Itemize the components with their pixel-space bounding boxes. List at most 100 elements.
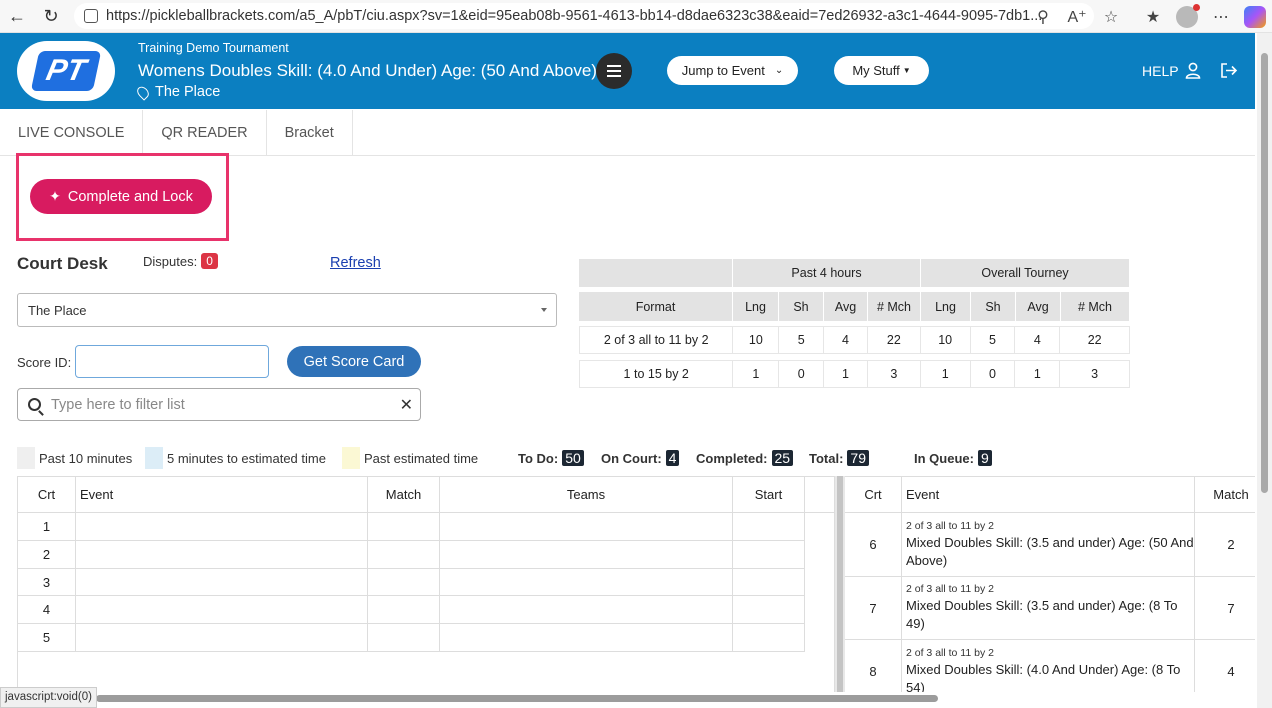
user-icon[interactable]	[1185, 62, 1201, 79]
zoom-icon[interactable]: ⚲	[1026, 4, 1060, 30]
todo-label: To Do:	[518, 450, 559, 466]
horizontal-scrollbar[interactable]	[96, 695, 938, 702]
tab-qr-reader[interactable]: QR READER	[143, 110, 267, 156]
total-badge: 79	[847, 450, 869, 466]
stats-group-past-4-hours: Past 4 hours	[733, 259, 921, 287]
court-event	[76, 624, 368, 652]
court-match	[368, 624, 440, 652]
read-aloud-icon[interactable]: A⁺	[1060, 4, 1094, 30]
tab-bracket[interactable]: Bracket	[267, 110, 353, 156]
copilot-icon[interactable]	[1238, 4, 1272, 30]
select-caret-icon	[541, 308, 547, 312]
legend-five-min-label: 5 minutes to estimated time	[167, 450, 326, 466]
stats-col-avg: Avg	[824, 292, 868, 321]
help-link[interactable]: HELP	[1142, 63, 1179, 79]
disputes-badge: 0	[201, 253, 218, 269]
stats-cell: 10	[921, 327, 971, 353]
table-row[interactable]: 4	[18, 596, 805, 624]
magic-wand-icon: ✦	[49, 188, 61, 204]
stats-group-header: Past 4 hours Overall Tourney	[579, 259, 1130, 287]
court-start	[733, 596, 805, 624]
reload-icon[interactable]: ↻	[36, 3, 66, 29]
stats-row: 2 of 3 all to 11 by 2 10 5 4 22 10 5 4 2…	[579, 326, 1130, 354]
grid-scrollbar[interactable]	[835, 476, 845, 692]
court-desk-title: Court Desk	[17, 254, 108, 273]
queue-court: 6	[845, 513, 902, 577]
court-event	[76, 541, 368, 569]
list-item[interactable]: 7 2 of 3 all to 11 by 2 Mixed Doubles Sk…	[845, 577, 1255, 640]
court-match	[368, 569, 440, 596]
jump-to-event-button[interactable]: Jump to Event ⌄	[667, 56, 798, 85]
complete-and-lock-button[interactable]: ✦ Complete and Lock	[30, 179, 212, 214]
clear-icon[interactable]: ✕	[400, 395, 413, 415]
browser-status-bar: javascript:void(0)	[0, 687, 97, 708]
queue-event: Mixed Doubles Skill: (4.0 And Under) Age…	[906, 661, 1181, 693]
profile-avatar[interactable]	[1170, 3, 1204, 30]
place-name: The Place	[155, 84, 221, 100]
refresh-link[interactable]: Refresh	[330, 255, 381, 271]
stats-col-mch: # Mch	[868, 292, 921, 321]
site-info-icon[interactable]	[84, 9, 98, 23]
favorite-star-icon[interactable]: ☆	[1094, 4, 1128, 30]
favorites-list-icon[interactable]: ★	[1136, 4, 1170, 30]
court-teams	[440, 596, 733, 624]
disputes[interactable]: Disputes: 0	[143, 253, 218, 269]
tournament-name: Training Demo Tournament	[138, 41, 289, 55]
table-row[interactable]: 3	[18, 569, 805, 596]
stats-group-overall: Overall Tourney	[921, 259, 1130, 287]
oncourt-badge: 4	[665, 450, 680, 466]
page-scrollbar[interactable]	[1257, 33, 1272, 708]
queue-court: 8	[845, 640, 902, 692]
court-match	[368, 541, 440, 569]
stats-col-format: Format	[579, 292, 733, 321]
queue-court: 7	[845, 577, 902, 640]
court-teams	[440, 624, 733, 652]
logout-icon[interactable]	[1220, 62, 1238, 79]
stats-row: 1 to 15 by 2 1 0 1 3 1 0 1 3	[579, 360, 1130, 388]
court-teams	[440, 569, 733, 596]
table-row[interactable]: 2	[18, 541, 805, 569]
stats-cell: 22	[1087, 333, 1102, 347]
more-options-icon[interactable]: ⋯	[1204, 4, 1238, 30]
back-icon[interactable]: ←	[2, 3, 32, 29]
menu-button[interactable]	[596, 53, 632, 89]
stats-cell: 1	[921, 361, 971, 387]
queue-event: Mixed Doubles Skill: (3.5 and under) Age…	[906, 598, 1178, 631]
col-match: Match	[368, 477, 440, 513]
list-item[interactable]: 8 2 of 3 all to 11 by 2 Mixed Doubles Sk…	[845, 640, 1255, 692]
legend-past-est: Past estimated time	[342, 447, 478, 469]
table-row[interactable]: 5	[18, 624, 805, 652]
location-select[interactable]: The Place	[17, 293, 557, 327]
queue-event: Mixed Doubles Skill: (3.5 and under) Age…	[906, 534, 1194, 568]
queue-col-match: Match	[1195, 477, 1255, 513]
queue-col-crt: Crt	[845, 477, 902, 513]
stats-cell: 4	[824, 327, 868, 353]
tab-bar: LIVE CONSOLE QR READER Bracket	[0, 110, 1255, 156]
table-row[interactable]: 1	[18, 513, 805, 541]
court-event	[76, 513, 368, 541]
filter-input[interactable]: Type here to filter list ✕	[17, 388, 421, 421]
col-teams: Teams	[440, 477, 733, 513]
stats-col-avg-overall: Avg	[1016, 292, 1061, 321]
stats-cell: 1	[733, 361, 780, 387]
queue-format: 2 of 3 all to 11 by 2	[906, 519, 994, 532]
queue-match: 4	[1195, 640, 1255, 692]
count-oncourt: On Court: 4	[601, 447, 680, 469]
count-queue: In Queue: 9	[914, 447, 992, 469]
legend-past-est-label: Past estimated time	[364, 450, 479, 466]
court-grid-header: Crt Event Match Teams Start	[18, 477, 834, 513]
filter-placeholder: Type here to filter list	[51, 396, 185, 413]
score-id-input[interactable]	[75, 345, 269, 378]
pt-logo[interactable]: PT	[17, 41, 115, 101]
court-match	[368, 513, 440, 541]
queue-grid-header: Crt Event Match	[845, 477, 1255, 513]
caret-down-icon: ▼	[902, 66, 911, 75]
stats-cell: 1 to 15 by 2	[580, 361, 734, 387]
tab-live-console[interactable]: LIVE CONSOLE	[0, 110, 144, 156]
address-bar[interactable]: https://pickleballbrackets.com/a5_A/pbT/…	[74, 3, 1094, 29]
place-link[interactable]: The Place	[134, 83, 221, 101]
stats-cell: 3	[1091, 367, 1099, 381]
list-item[interactable]: 6 2 of 3 all to 11 by 2 Mixed Doubles Sk…	[845, 513, 1255, 577]
my-stuff-button[interactable]: My Stuff ▼	[834, 56, 929, 85]
get-score-card-button[interactable]: Get Score Card	[287, 346, 421, 377]
